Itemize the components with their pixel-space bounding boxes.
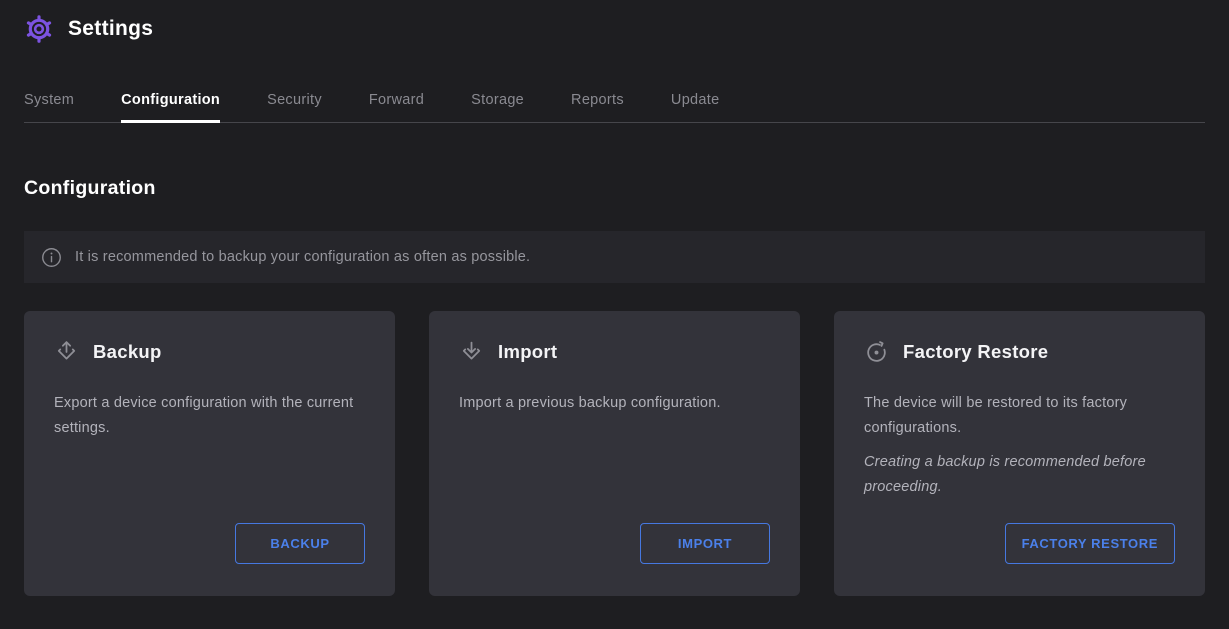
backup-card-description: Export a device configuration with the c…: [54, 391, 354, 441]
backup-card: Backup Export a device configuration wit…: [24, 311, 395, 596]
app-header: Settings: [0, 0, 1229, 44]
factory-restore-card-header: Factory Restore: [864, 339, 1175, 364]
backup-card-title: Backup: [93, 341, 162, 363]
info-circle-icon: [41, 247, 62, 268]
tab-configuration[interactable]: Configuration: [121, 92, 220, 122]
card-grid: Backup Export a device configuration wit…: [24, 311, 1205, 596]
page-title: Settings: [68, 17, 153, 41]
info-banner-text: It is recommended to backup your configu…: [75, 249, 530, 265]
factory-restore-button[interactable]: FACTORY RESTORE: [1005, 523, 1175, 564]
section-heading: Configuration: [24, 177, 1205, 200]
import-arrow-down-icon: [459, 339, 484, 364]
tab-bar: System Configuration Security Forward St…: [24, 92, 1205, 123]
factory-restore-card-title: Factory Restore: [903, 341, 1048, 363]
info-banner: It is recommended to backup your configu…: [24, 231, 1205, 283]
import-card-title: Import: [498, 341, 557, 363]
tab-forward[interactable]: Forward: [369, 92, 424, 122]
import-button[interactable]: IMPORT: [640, 523, 770, 564]
tab-update[interactable]: Update: [671, 92, 720, 122]
gear-icon: [24, 14, 54, 44]
tab-storage[interactable]: Storage: [471, 92, 524, 122]
export-arrow-up-icon: [54, 339, 79, 364]
backup-card-header: Backup: [54, 339, 365, 364]
factory-restore-card: Factory Restore The device will be resto…: [834, 311, 1205, 596]
factory-restore-card-note: Creating a backup is recommended before …: [864, 450, 1174, 500]
tab-security[interactable]: Security: [267, 92, 322, 122]
import-card-description: Import a previous backup configuration.: [459, 391, 759, 416]
import-card: Import Import a previous backup configur…: [429, 311, 800, 596]
factory-restore-card-description: The device will be restored to its facto…: [864, 391, 1164, 441]
tab-reports[interactable]: Reports: [571, 92, 624, 122]
import-card-header: Import: [459, 339, 770, 364]
tab-system[interactable]: System: [24, 92, 74, 122]
restore-timer-icon: [864, 339, 889, 364]
backup-button[interactable]: BACKUP: [235, 523, 365, 564]
